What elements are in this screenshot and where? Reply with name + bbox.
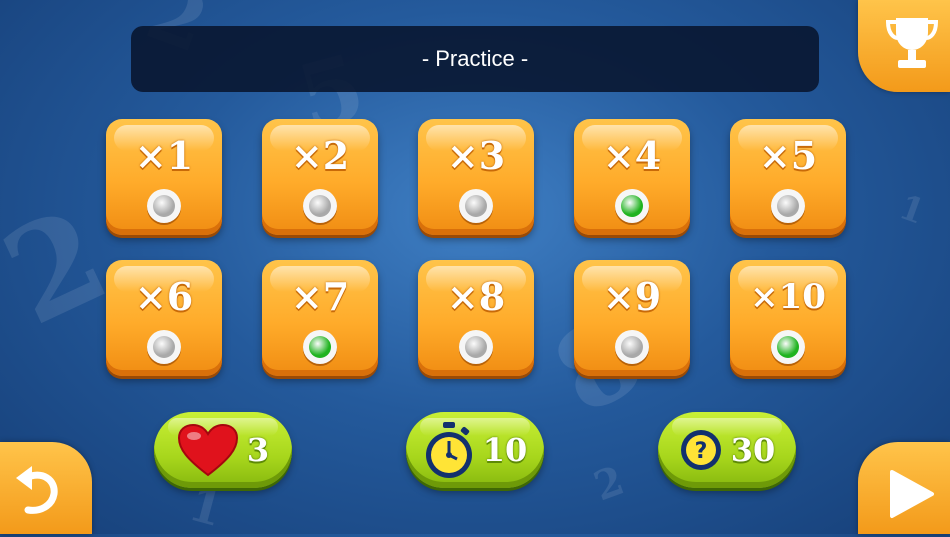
table-tile-x10[interactable]: ×10	[730, 260, 846, 376]
table-tile-x4[interactable]: ×4	[574, 119, 690, 235]
questions-button[interactable]: ? 30	[658, 412, 796, 488]
table-tile-x3[interactable]: ×3	[418, 119, 534, 235]
status-gray	[153, 195, 175, 217]
status-gray	[777, 195, 799, 217]
play-icon	[890, 470, 934, 518]
tile-label: ×8	[446, 274, 506, 319]
table-tile-x8[interactable]: ×8	[418, 260, 534, 376]
questions-value: 30	[730, 431, 776, 469]
back-button[interactable]	[0, 442, 92, 534]
tile-label: ×3	[446, 133, 506, 178]
status-gray	[309, 195, 331, 217]
table-tile-x9[interactable]: ×9	[574, 260, 690, 376]
time-value: 10	[482, 431, 528, 469]
status-indicator	[147, 330, 181, 364]
status-indicator	[147, 189, 181, 223]
play-button[interactable]	[858, 442, 950, 534]
tile-label: ×2	[290, 133, 350, 178]
status-indicator	[459, 189, 493, 223]
lives-button[interactable]: 3	[154, 412, 292, 488]
trophy-button[interactable]	[858, 0, 950, 92]
status-indicator	[615, 330, 649, 364]
status-gray	[621, 336, 643, 358]
tile-label: ×4	[602, 133, 662, 178]
tile-label: ×5	[758, 133, 818, 178]
status-indicator	[459, 330, 493, 364]
status-green	[309, 336, 331, 358]
status-indicator	[615, 189, 649, 223]
lives-value: 3	[246, 431, 270, 469]
tile-label: ×6	[134, 274, 194, 319]
background-digit: 2	[587, 456, 631, 511]
tile-label: ×7	[290, 274, 350, 319]
timer-button[interactable]: 10	[406, 412, 544, 488]
table-tile-x1[interactable]: ×1	[106, 119, 222, 235]
svg-text:?: ?	[694, 439, 707, 464]
tile-label: ×10	[750, 277, 826, 317]
status-indicator	[771, 189, 805, 223]
question-icon: ?	[680, 430, 721, 470]
table-tile-x6[interactable]: ×6	[106, 260, 222, 376]
title-bar: - Practice -	[131, 26, 819, 92]
stopwatch-icon	[425, 422, 472, 478]
tile-label: ×9	[602, 274, 662, 319]
background-digit: 1	[893, 187, 930, 233]
table-tile-x2[interactable]: ×2	[262, 119, 378, 235]
status-gray	[465, 195, 487, 217]
status-gray	[153, 336, 175, 358]
back-arrow-icon	[16, 466, 58, 514]
status-gray	[465, 336, 487, 358]
status-indicator	[771, 330, 805, 364]
status-green	[777, 336, 799, 358]
status-indicator	[303, 189, 337, 223]
tile-label: ×1	[134, 133, 194, 178]
table-tile-x7[interactable]: ×7	[262, 260, 378, 376]
trophy-icon	[885, 18, 939, 68]
table-tile-x5[interactable]: ×5	[730, 119, 846, 235]
heart-icon	[177, 423, 238, 477]
page-title: - Practice -	[421, 46, 529, 71]
status-indicator	[303, 330, 337, 364]
status-green	[621, 195, 643, 217]
